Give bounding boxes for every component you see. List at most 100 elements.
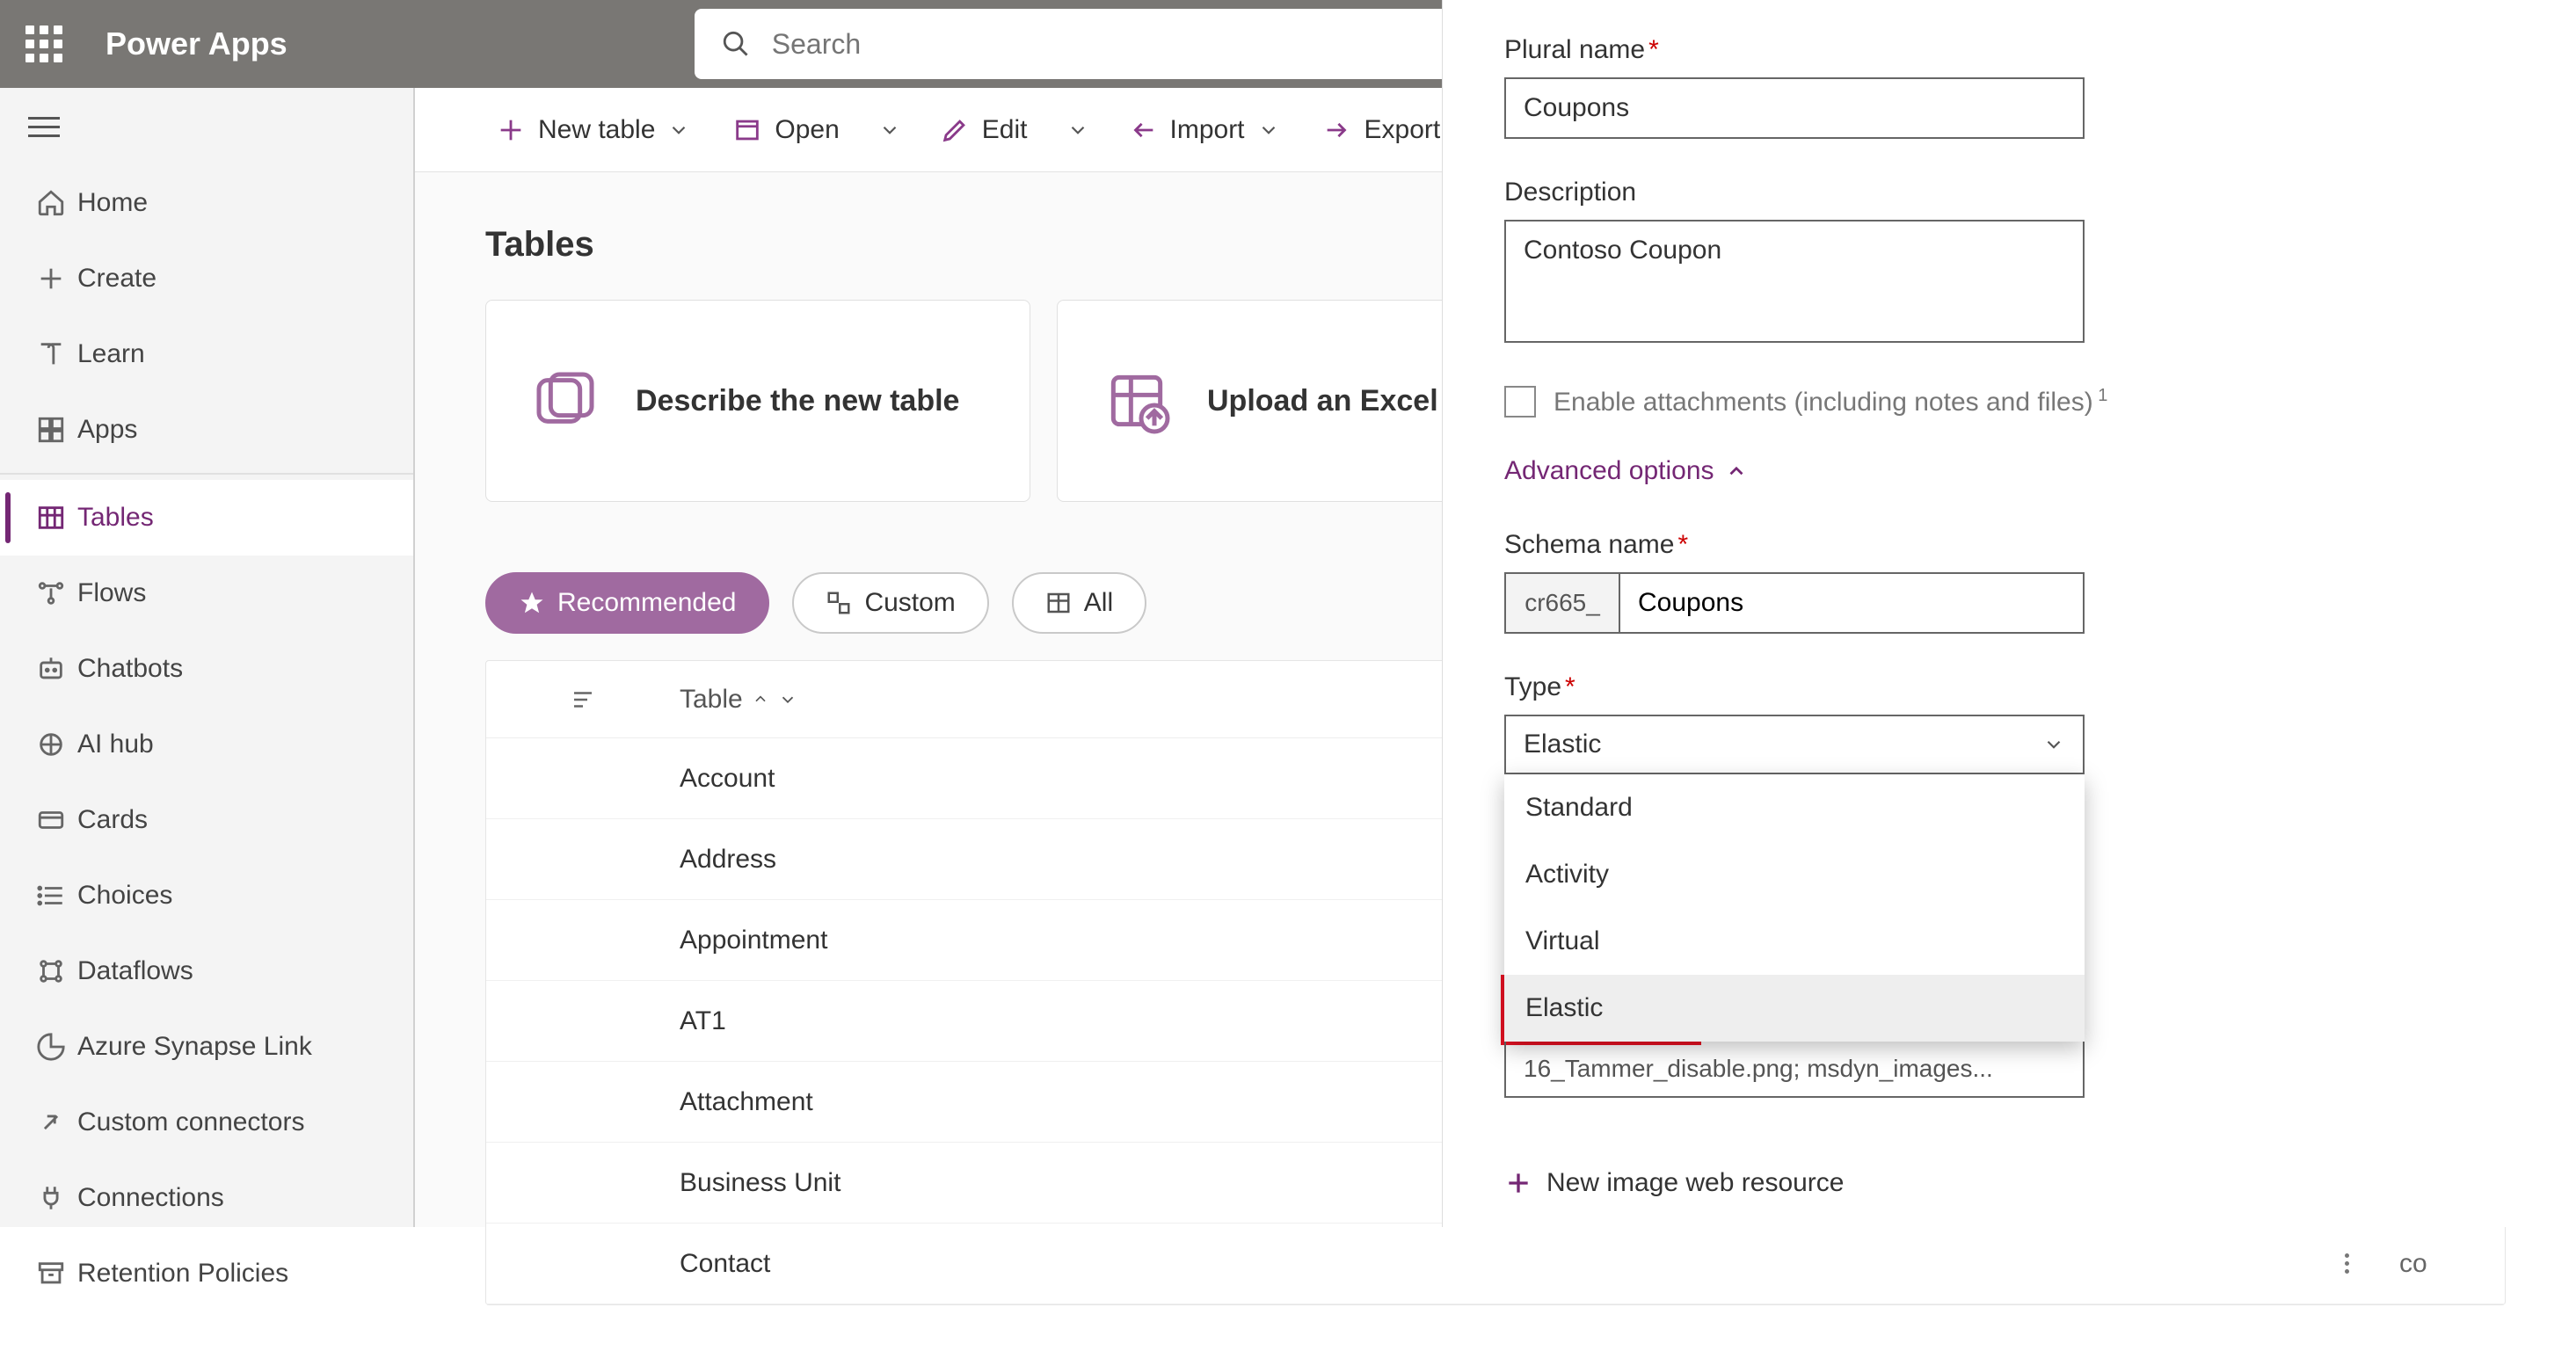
star-icon (519, 590, 545, 616)
nav-item-retention[interactable]: Retention Policies (0, 1236, 413, 1311)
card-describe-table[interactable]: Describe the new table (485, 300, 1030, 502)
pill-recommended[interactable]: Recommended (485, 572, 769, 634)
app-launcher-button[interactable] (0, 0, 88, 88)
nav-item-cards[interactable]: Cards (0, 782, 413, 858)
nav-item-create[interactable]: Create (0, 241, 413, 316)
grid-icon (826, 590, 852, 616)
edit-button[interactable]: Edit (929, 104, 1038, 156)
nav-item-apps[interactable]: Apps (0, 392, 413, 468)
cmd-label: New table (538, 115, 655, 145)
chevron-down-icon (1257, 119, 1280, 142)
open-button[interactable]: Open (722, 104, 849, 156)
nav-separator (0, 473, 413, 475)
nav-item-learn[interactable]: Learn (0, 316, 413, 392)
row-name: Contact (680, 1249, 2294, 1279)
type-option-activity[interactable]: Activity (1504, 841, 2085, 908)
header-sort-icon[interactable] (486, 686, 680, 713)
schema-prefix: cr665_ (1504, 572, 1619, 634)
open-icon (732, 115, 762, 145)
column-header-table[interactable]: Table (680, 685, 797, 715)
checkbox-label: Enable attachments (including notes and … (1554, 386, 2107, 418)
edit-split-button[interactable] (1059, 104, 1096, 156)
type-option-elastic[interactable]: Elastic (1504, 975, 2085, 1042)
checkbox-icon (1504, 386, 1536, 418)
cmd-label: Export (1364, 115, 1441, 145)
nav-label: Chatbots (77, 654, 183, 684)
chart-icon (25, 1032, 77, 1062)
toggle-label: Advanced options (1504, 456, 1714, 486)
upload-icon (1102, 366, 1172, 436)
nav-label: Home (77, 188, 148, 218)
import-button[interactable]: Import (1117, 104, 1291, 156)
table-row[interactable]: Contact co (486, 1224, 2505, 1304)
nav-label: Cards (77, 805, 148, 835)
table-icon (25, 503, 77, 533)
pill-all[interactable]: All (1012, 572, 1146, 634)
nav-item-connections[interactable]: Connections (0, 1160, 413, 1236)
nav-item-choices[interactable]: Choices (0, 858, 413, 933)
nav-label: Tables (77, 503, 154, 533)
nav-item-dataflows[interactable]: Dataflows (0, 933, 413, 1009)
field-type: Type* Elastic Standard Activity Virtual … (1504, 672, 2514, 774)
field-label: Type* (1504, 672, 2514, 702)
plug-icon (25, 1183, 77, 1213)
chevron-down-icon (667, 119, 690, 142)
pill-label: Custom (864, 588, 955, 618)
waffle-icon (25, 25, 62, 62)
plus-icon (496, 115, 526, 145)
pill-custom[interactable]: Custom (792, 572, 988, 634)
card-label: Describe the new table (636, 384, 959, 418)
schema-name-input[interactable] (1619, 572, 2085, 634)
row-schema: co (2399, 1249, 2505, 1279)
nav-label: Retention Policies (77, 1259, 288, 1289)
left-nav: Home Create Learn Apps Tables Flows Chat… (0, 88, 415, 1227)
search-icon (721, 28, 751, 60)
nav-item-ai-hub[interactable]: AI hub (0, 707, 413, 782)
open-split-button[interactable] (871, 104, 908, 156)
nav-item-connectors[interactable]: Custom connectors (0, 1085, 413, 1160)
nav-item-flows[interactable]: Flows (0, 556, 413, 631)
brand-title: Power Apps (106, 25, 287, 62)
new-table-panel: Plural name* Description Contoso Coupon … (1442, 0, 2576, 1227)
field-description: Description Contoso Coupon (1504, 178, 2514, 347)
type-dropdown: Standard Activity Virtual Elastic (1504, 774, 2085, 1042)
field-enable-attachments: Enable attachments (including notes and … (1504, 386, 2514, 418)
new-table-button[interactable]: New table (485, 104, 701, 156)
nav-item-chatbots[interactable]: Chatbots (0, 631, 413, 707)
description-input[interactable]: Contoso Coupon (1504, 220, 2085, 343)
nav-label: Apps (77, 415, 137, 445)
type-option-virtual[interactable]: Virtual (1504, 908, 2085, 975)
chevron-down-icon (2042, 733, 2065, 756)
nav-item-home[interactable]: Home (0, 165, 413, 241)
row-more-button[interactable] (2294, 1253, 2399, 1274)
nav-label: Dataflows (77, 956, 193, 986)
flow-icon (25, 578, 77, 608)
nav-item-tables[interactable]: Tables (0, 480, 413, 556)
pill-label: All (1084, 588, 1113, 618)
cmd-label: Import (1170, 115, 1245, 145)
plural-name-input[interactable] (1504, 77, 2085, 139)
search-input[interactable] (772, 28, 1547, 61)
list-icon (25, 881, 77, 911)
image-row-text: 16_Tammer_disable.png; msdyn_images... (1524, 1055, 1993, 1083)
bot-icon (25, 654, 77, 684)
type-option-standard[interactable]: Standard (1504, 774, 2085, 841)
book-icon (25, 339, 77, 369)
type-select[interactable]: Elastic (1504, 715, 2085, 774)
cards-icon (25, 805, 77, 835)
enable-attachments-checkbox[interactable]: Enable attachments (including notes and … (1504, 386, 2514, 418)
field-schema-name: Schema name* cr665_ (1504, 530, 2514, 634)
nav-label: Create (77, 264, 156, 294)
nav-collapse-button[interactable] (0, 88, 88, 165)
new-image-button[interactable]: New image web resource (1504, 1168, 2514, 1198)
plus-icon (25, 264, 77, 294)
header-label: Table (680, 685, 743, 715)
nav-label: Azure Synapse Link (77, 1032, 312, 1062)
archive-icon (25, 1259, 77, 1289)
nav-label: Custom connectors (77, 1107, 304, 1137)
new-image-label: New image web resource (1546, 1168, 1844, 1198)
nav-label: AI hub (77, 730, 154, 759)
field-label: Plural name* (1504, 35, 2514, 65)
advanced-options-toggle[interactable]: Advanced options (1504, 456, 1748, 486)
nav-item-synapse[interactable]: Azure Synapse Link (0, 1009, 413, 1085)
